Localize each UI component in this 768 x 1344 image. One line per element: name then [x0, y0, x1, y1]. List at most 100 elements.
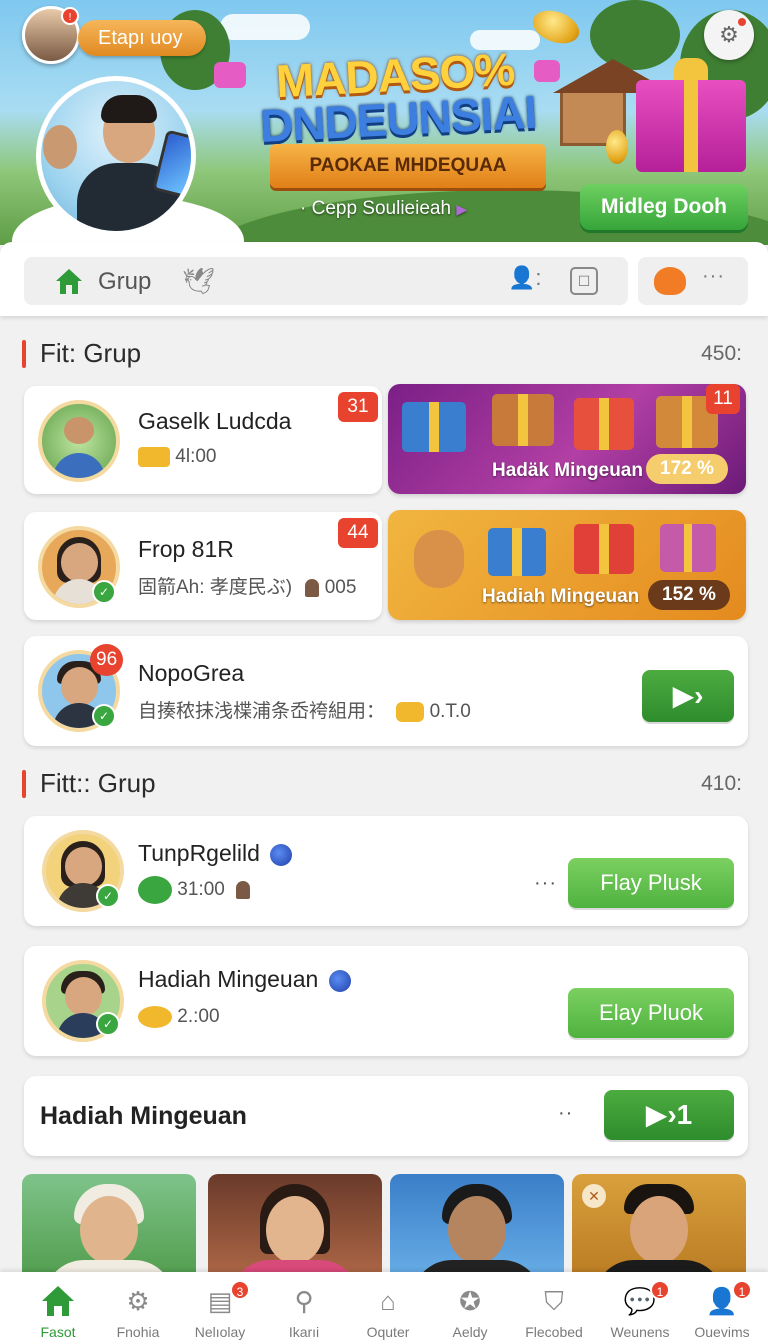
promo-label: Hadiah Mingeuan [482, 586, 640, 607]
group-meta: 自揍秾抹浅楪浦条岙袴組用： 0.T.0 [138, 701, 471, 722]
profile-thumbnail[interactable] [22, 1174, 196, 1284]
mascot-menu[interactable]: ··· [638, 257, 748, 305]
profile-thumbnail[interactable]: ✕ [572, 1174, 746, 1284]
group-name: Hadiah Mingeuan [138, 966, 351, 993]
coins-icon [138, 446, 170, 467]
hero-photo [36, 76, 196, 236]
home-icon [42, 1286, 74, 1316]
verified-icon: ✓ [96, 1012, 120, 1036]
section-title: Fitt:: Grup [40, 768, 156, 798]
gift-box-icon [574, 398, 634, 450]
gift-box-icon [660, 524, 716, 572]
promo-label: Hadäk Mingeuan [492, 460, 643, 481]
bird-icon[interactable]: 🕊 [182, 266, 215, 297]
profile-thumbnail[interactable] [390, 1174, 564, 1284]
group-card[interactable]: Gaselk Ludcda 4l:00 31 [24, 386, 382, 494]
group-name: NopoGrea [138, 660, 245, 686]
group-meta: 2.:00 [138, 1006, 220, 1028]
group-card-wide[interactable]: ✓ Hadiah Mingeuan 2.:00 Elay Pluok [24, 946, 748, 1056]
home-icon[interactable] [54, 266, 84, 296]
house-icon: ⌂ [380, 1286, 396, 1316]
more-icon[interactable]: ·· [558, 1102, 573, 1125]
gear-icon: ⚙ [126, 1286, 150, 1316]
play-button[interactable]: ▶› [642, 670, 734, 722]
weekly-reward-title: Hadiah Mingeuan [40, 1102, 247, 1130]
section-header: Fitt:: Grup 410: [22, 766, 746, 802]
calendar-icon[interactable]: ☐ [570, 267, 598, 295]
promo-subtitle[interactable]: · Cepp Soulieieah ▶ [300, 198, 467, 220]
verified-icon: ✓ [96, 884, 120, 908]
count-badge: 96 [90, 644, 124, 676]
nav-item-profile[interactable]: 👤 1 Ouevims [680, 1272, 764, 1344]
gift-icon [534, 60, 560, 82]
group-card-wide[interactable]: ✓ TunpRgelild 31:00 ··· Flay Plusk [24, 816, 748, 926]
weekly-reward-row[interactable]: Hadiah Mingeuan ·· ▶›1 [24, 1076, 748, 1156]
close-icon[interactable]: ✕ [582, 1184, 606, 1208]
play-plus-button[interactable]: Elay Pluok [568, 988, 734, 1038]
nav-badge: 1 [650, 1280, 670, 1300]
nav-item-shield[interactable]: ⛉ Flecobed [512, 1272, 596, 1344]
user-icon[interactable]: 👤: [508, 265, 548, 297]
more-icon: ··· [702, 265, 725, 287]
cloud [220, 14, 310, 40]
promo-ribbon: PAOKAE MHDEQUAA [270, 144, 546, 188]
profile-avatar[interactable]: ! [22, 6, 80, 64]
group-name: Frop 81R [138, 536, 234, 562]
chat-bubble-icon [138, 876, 172, 904]
group-card[interactable]: ✓ Frop 81R 固箭Ah: 孝度民ぶ) 005 44 [24, 512, 382, 620]
coin-icon [138, 1006, 172, 1028]
play-button[interactable]: ▶›1 [604, 1090, 734, 1140]
nav-item-home[interactable]: Fasot [16, 1272, 100, 1344]
user-name-pill[interactable]: Etapı uoy [78, 20, 206, 56]
shield-icon: ⛉ [544, 1286, 564, 1316]
teddy-bear-icon [414, 530, 464, 588]
group-meta: 31:00 [138, 876, 251, 904]
search-icon: ⚲ [294, 1286, 314, 1316]
gift-box-icon [492, 394, 554, 446]
reward-promo-card[interactable]: Hadäk Mingeuan 172 % 11 [388, 384, 746, 494]
promo-title-second: DNDEUNSIAI [258, 85, 538, 153]
group-tab-label[interactable]: Grup [98, 268, 151, 296]
group-meta: 4l:00 [138, 446, 216, 468]
settings-button[interactable]: ⚙ [704, 10, 754, 60]
bottom-nav: Fasot ⚙ Fnohia ▤ 3 Nelıolay ⚲ Ikarıi ⌂ O… [0, 1272, 768, 1344]
verified-icon: ✓ [92, 580, 116, 604]
group-tab-bar: Grup 🕊 👤: ☐ [24, 257, 628, 305]
phone-icon [152, 129, 191, 199]
group-name: TunpRgelild [138, 840, 293, 867]
section-header: Fit: Grup 450: [22, 336, 746, 372]
nav-badge: 1 [732, 1280, 752, 1300]
count-badge: 31 [338, 392, 378, 422]
reward-promo-card[interactable]: Hadiah Mingeuan 152 % [388, 510, 746, 620]
nav-item-settings[interactable]: ⚙ Fnohia [96, 1272, 180, 1344]
coin-icon [606, 130, 628, 164]
nav-item-house[interactable]: ⌂ Oquter [346, 1272, 430, 1344]
group-card-wide[interactable]: 96 ✓ NopoGrea 自揍秾抹浅楪浦条岙袴組用： 0.T.0 ▶› [24, 636, 748, 746]
count-badge: 44 [338, 518, 378, 548]
person-icon [236, 881, 251, 899]
ornament-icon [328, 969, 351, 992]
nav-item-news[interactable]: ▤ 3 Nelıolay [178, 1272, 262, 1344]
nav-badge: 3 [230, 1280, 250, 1300]
play-arrow-icon: ▶ [456, 201, 468, 217]
count-badge: 11 [706, 384, 740, 414]
badge-icon: ✪ [459, 1286, 481, 1316]
nav-item-search[interactable]: ⚲ Ikarıi [262, 1272, 346, 1344]
play-plus-button[interactable]: Flay Plusk [568, 858, 734, 908]
person-icon [305, 578, 320, 597]
gift-icon [214, 62, 246, 88]
nav-item-badge[interactable]: ✪ Aeldy [428, 1272, 512, 1344]
nav-item-chat[interactable]: 💬 1 Weunens [598, 1272, 682, 1344]
promo-banner: ! Etapı uoy ⚙ MADASO% DNDEUNSIAI PAOKAE … [0, 0, 768, 245]
gift-box-icon [402, 402, 466, 452]
mascot-icon [654, 267, 686, 295]
avatar [38, 400, 120, 482]
gift-box-icon [488, 528, 546, 576]
promo-cta-button[interactable]: Midleg Dooh [580, 184, 748, 230]
more-icon[interactable]: ··· [534, 872, 557, 895]
gear-icon: ⚙ [719, 22, 739, 47]
profile-thumbnail[interactable] [208, 1174, 382, 1284]
toolbar: Grup 🕊 👤: ☐ ··· [0, 242, 768, 316]
verified-icon: ✓ [92, 704, 116, 728]
group-meta: 固箭Ah: 孝度民ぶ) 005 [138, 577, 357, 598]
